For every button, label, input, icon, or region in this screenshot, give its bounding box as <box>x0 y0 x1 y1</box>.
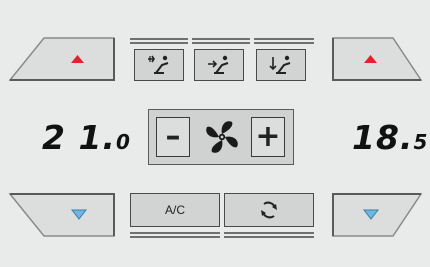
airflow-face-icon <box>148 55 169 74</box>
top-divider-mid-2 <box>192 42 250 44</box>
fan-decrease-button[interactable]: – <box>156 117 190 157</box>
left-temp-decimal: 0 <box>115 130 131 154</box>
right-temperature-display: 18. 5 <box>352 118 428 158</box>
airflow-feet-icon <box>269 55 291 74</box>
minus-label: – <box>165 119 181 154</box>
bottom-divider-right <box>224 232 314 234</box>
plus-label: + <box>255 119 281 154</box>
bottom-divider-right-2 <box>224 236 314 238</box>
left-temperature-display: 2 1. 0 <box>42 118 131 158</box>
climate-control-panel: 2 1. 0 18. 5 – + A/C <box>0 0 430 267</box>
airflow-face-button[interactable] <box>134 49 184 81</box>
left-temp-down-button[interactable] <box>8 192 116 238</box>
airflow-body-button[interactable] <box>194 49 244 81</box>
ac-label: A/C <box>164 203 185 217</box>
top-divider-left <box>130 38 188 40</box>
top-divider-mid <box>192 38 250 40</box>
bottom-divider-left <box>130 232 220 234</box>
fan-speed-control: – + <box>148 109 294 165</box>
airflow-feet-button[interactable] <box>256 49 306 81</box>
airflow-body-icon <box>208 55 229 74</box>
bottom-divider-left-2 <box>130 236 220 238</box>
top-divider-right <box>254 38 314 40</box>
left-temp-up-button[interactable] <box>8 36 116 82</box>
recirculation-button[interactable] <box>224 193 314 227</box>
fan-increase-button[interactable]: + <box>251 117 285 157</box>
left-temp-main: 2 1. <box>42 118 116 157</box>
top-divider-right-2 <box>254 42 314 44</box>
right-temp-up-button[interactable] <box>331 36 423 82</box>
fan-icon <box>206 121 238 153</box>
ac-button[interactable]: A/C <box>130 193 220 227</box>
recirculation-icon <box>261 201 277 219</box>
right-temp-decimal: 5 <box>413 130 429 154</box>
top-divider-left-2 <box>130 42 188 44</box>
right-temp-main: 18. <box>352 118 414 157</box>
right-temp-down-button[interactable] <box>331 192 423 238</box>
